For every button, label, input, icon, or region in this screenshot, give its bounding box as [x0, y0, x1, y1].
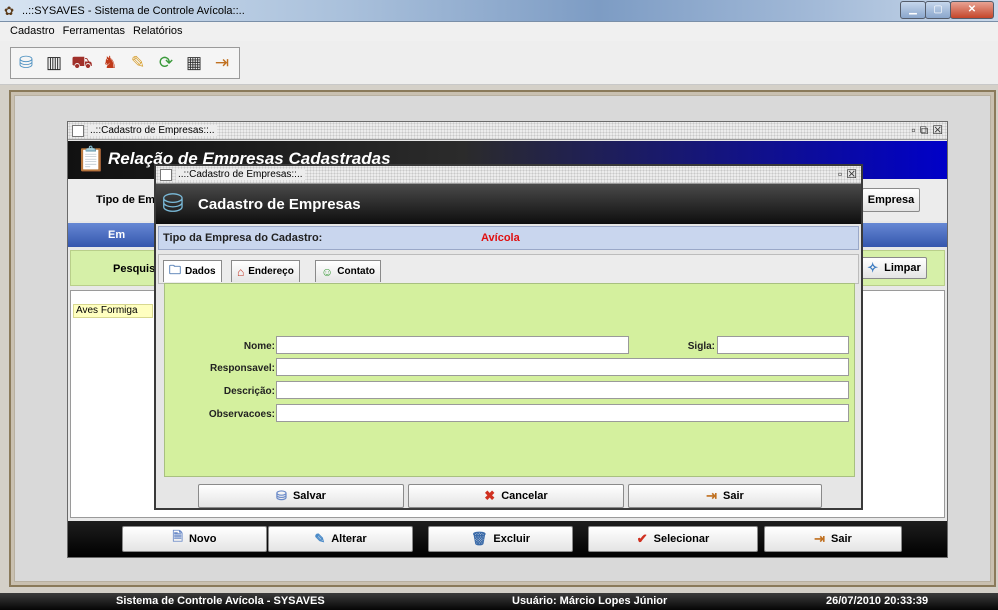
dados-panel: Nome: Sigla: Responsavel: Descrição: Obs… [164, 283, 855, 477]
iconify-icon[interactable]: ▫ [911, 123, 915, 138]
broom-icon: ✧ [867, 260, 879, 275]
edit-icon[interactable]: ✎ [125, 50, 151, 76]
selecionar-button-label: Selecionar [653, 533, 710, 545]
iconify-icon[interactable]: ▫ [838, 167, 842, 182]
maximize-icon[interactable]: ⧉ [920, 123, 929, 138]
exit-icon[interactable]: ⇥ [209, 50, 235, 76]
cadastro-window: ..::Cadastro de Empresas::.. ▫ ☒ ⛁ Cadas… [154, 164, 863, 510]
tab-contato-label: Contato [337, 266, 376, 277]
descricao-input[interactable] [276, 381, 849, 399]
refresh-icon[interactable]: ⟳ [153, 50, 179, 76]
tab-dados-label: Dados [185, 266, 216, 277]
column-header-empresa: Em [108, 229, 126, 241]
menu-ferramentas[interactable]: Ferramentas [59, 22, 129, 41]
cadastro-button-bar: ⛁ Salvar ✖ Cancelar ⇥ Sair [158, 478, 859, 508]
list-item[interactable]: Aves Formiga [73, 304, 153, 318]
database-icon[interactable]: ⛁ [13, 50, 39, 76]
cancelar-button[interactable]: ✖ Cancelar [408, 484, 624, 508]
window-title-bar[interactable]: ✿ ..::SYSAVES - Sistema de Controle Avíc… [0, 0, 998, 22]
novo-button-label: Novo [188, 533, 217, 545]
tab-endereco-label: Endereço [248, 266, 294, 277]
salvar-button-label: Salvar [292, 490, 326, 502]
pencil-icon: ✎ [314, 531, 326, 546]
tab-contato[interactable]: ☺ Contato [315, 260, 382, 282]
maximize-button[interactable]: ▢ [925, 1, 951, 19]
truck-icon[interactable]: ⛟ [69, 50, 95, 76]
selecionar-button[interactable]: ✔ Selecionar [588, 526, 758, 552]
contact-icon: ☺ [321, 264, 334, 279]
sair-button[interactable]: ⇥ Sair [764, 526, 902, 552]
status-system: Sistema de Controle Avícola - SYSAVES [116, 595, 325, 607]
alterar-button[interactable]: ✎ Alterar [268, 526, 413, 552]
responsavel-input[interactable] [276, 358, 849, 376]
observacoes-input[interactable] [276, 404, 849, 422]
cancel-icon: ✖ [484, 488, 496, 503]
sair-button[interactable]: ⇥ Sair [628, 484, 822, 508]
cadastro-header-title: Cadastro de Empresas [198, 196, 361, 213]
excluir-button-label: Excluir [493, 533, 531, 545]
sigla-input[interactable] [717, 336, 849, 354]
tipo-empresa-label: Tipo da Empresa do Cadastro: [163, 232, 323, 244]
calculator-icon[interactable]: ▦ [181, 50, 207, 76]
relacao-title-bar[interactable]: ..::Cadastro de Empresas::.. ▫ ⧉ ☒ [68, 122, 947, 140]
menu-cadastro[interactable]: Cadastro [6, 22, 59, 41]
tipo-empresa-value: Avícola [481, 232, 520, 244]
home-icon: ⌂ [237, 264, 245, 279]
menu-relatorios[interactable]: Relatórios [129, 22, 187, 41]
close-button[interactable]: ✕ [950, 1, 994, 19]
window-title: ..::SYSAVES - Sistema de Controle Avícol… [22, 5, 245, 17]
nome-input[interactable] [276, 336, 629, 354]
sigla-label: Sigla: [687, 341, 715, 352]
empresa-button-label: Empresa [867, 194, 915, 206]
limpar-button-label: Limpar [884, 262, 921, 274]
observacoes-label: Observacoes: [208, 409, 275, 420]
salvar-button[interactable]: ⛁ Salvar [198, 484, 404, 508]
rooster-icon[interactable]: ♞ [97, 50, 123, 76]
nome-label: Nome: [243, 341, 275, 352]
minimize-button[interactable]: ▁ [900, 1, 926, 19]
status-datetime: 26/07/2010 20:33:39 [826, 595, 929, 607]
trash-icon: 🗑 [470, 531, 488, 546]
cadastro-header: ⛁ Cadastro de Empresas [156, 184, 861, 224]
window-menu-icon[interactable] [72, 125, 84, 137]
exit-icon: ⇥ [706, 488, 718, 503]
close-icon[interactable]: ☒ [932, 123, 943, 138]
novo-button[interactable]: 🗎 Novo [122, 526, 267, 552]
tab-dados[interactable]: 🗀 Dados [163, 260, 222, 282]
relacao-window-title: ..::Cadastro de Empresas::.. [88, 125, 217, 136]
status-bar: Sistema de Controle Avícola - SYSAVES Us… [0, 593, 998, 610]
clipboard-icon: 📋 [76, 146, 106, 173]
check-icon: ✔ [636, 531, 648, 546]
toolbar-group: ⛁ ▥ ⛟ ♞ ✎ ⟳ ▦ ⇥ [10, 47, 240, 79]
empresa-button[interactable]: Empresa [862, 188, 920, 212]
status-user: Usuário: Márcio Lopes Júnior [512, 595, 668, 607]
cadastro-title-bar[interactable]: ..::Cadastro de Empresas::.. ▫ ☒ [156, 166, 861, 184]
relacao-button-bar: 🗎 Novo ✎ Alterar 🗑 Excluir ✔ Selecionar … [68, 521, 947, 557]
cancelar-button-label: Cancelar [501, 490, 548, 502]
app-icon: ✿ [4, 4, 15, 18]
sair-button-label: Sair [831, 533, 852, 545]
exit-icon: ⇥ [814, 531, 826, 546]
barcode-icon[interactable]: ▥ [41, 50, 67, 76]
new-document-icon: 🗎 [172, 529, 183, 544]
tab-endereco[interactable]: ⌂ Endereço [231, 260, 300, 282]
tab-strip: 🗀 Dados ⌂ Endereço ☺ Contato [158, 254, 859, 284]
save-icon: ⛁ [276, 488, 287, 503]
sair-button-label: Sair [723, 490, 744, 502]
tipo-empresa-bar: Tipo da Empresa do Cadastro: Avícola [158, 226, 859, 250]
responsavel-label: Responsavel: [209, 363, 275, 374]
descricao-label: Descrição: [223, 386, 275, 397]
toolbar: ⛁ ▥ ⛟ ♞ ✎ ⟳ ▦ ⇥ [0, 41, 998, 85]
cadastro-window-title: ..::Cadastro de Empresas::.. [176, 169, 305, 180]
window-menu-icon[interactable] [160, 169, 172, 181]
folder-icon: 🗀 [169, 263, 182, 277]
alterar-button-label: Alterar [331, 533, 367, 545]
database-icon: ⛁ [162, 188, 184, 218]
close-icon[interactable]: ☒ [846, 167, 857, 182]
limpar-button[interactable]: ✧ Limpar [861, 257, 927, 279]
excluir-button[interactable]: 🗑 Excluir [428, 526, 573, 552]
menu-bar: Cadastro Ferramentas Relatórios [0, 22, 998, 41]
